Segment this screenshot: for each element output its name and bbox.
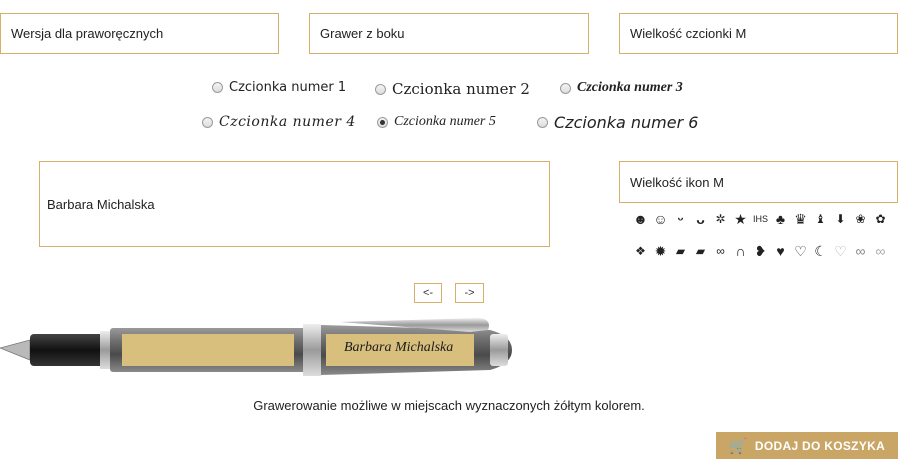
font-size-select[interactable]: Wielkość czcionki M [619,13,898,54]
engraving-note: Grawerowanie możliwe w miejscach wyznacz… [253,398,645,413]
font-option-label: Czcionka numer 5 [394,114,496,129]
rose-bloom-icon[interactable]: ✿ [872,210,889,228]
add-to-cart-button[interactable]: 🛒 DODAJ DO KOSZYKA [716,432,898,459]
swirl-icon[interactable]: ✲ [712,210,729,228]
prev-button[interactable]: <- [414,283,442,303]
add-to-cart-label: DODAJ DO KOSZYKA [754,438,886,453]
graduation-cap-icon[interactable]: ▰ [672,242,689,260]
heart-faint-icon[interactable]: ♡ [832,242,849,260]
smiley-outline-icon[interactable]: ☺ [652,210,669,228]
icon-picker-row-2: ❖ ✹ ▰ ▰ ∞ ∩ ❥ ♥ ♡ ☾ ♡ ∞ ∞ [632,242,889,260]
smiley-icon[interactable]: ☻ [632,210,649,228]
engraving-side-value: Grawer z boku [320,26,405,41]
rings-icon[interactable]: ∞ [712,242,729,260]
radio-font-4[interactable] [202,116,213,128]
center-ring [303,324,321,376]
font-size-value: Wielkość czcionki M [630,26,747,41]
finial [490,334,508,366]
font-option-4[interactable]: Czcionka numer 4 [202,114,356,130]
hand-version-value: Wersja dla praworęcznych [11,26,164,41]
star-icon[interactable]: ★ [732,210,749,228]
next-button[interactable]: -> [455,283,484,303]
radio-font-6[interactable] [537,117,548,128]
sun-icon[interactable]: ✹ [652,242,669,260]
crown-icon[interactable]: ♛ [792,210,809,228]
heart-split-icon[interactable]: ❥ [752,242,769,260]
horseshoe-icon[interactable]: ∩ [732,242,749,260]
rose-icon[interactable]: ❀ [852,210,869,228]
engrave-area-barrel [122,334,294,366]
font-option-1[interactable]: Czcionka numer 1 [212,80,346,95]
engraving-preview-text: Barbara Michalska [344,340,454,355]
engraving-text-value: Barbara Michalska [47,196,155,212]
grip-section [30,334,108,366]
icon-picker-row-1: ☻ ☺ ᵕ ᴗ ✲ ★ IHS ♣ ♛ ♝ ⬇ ❀ ✿ [632,210,889,228]
font-option-label: Czcionka numer 4 [219,114,356,130]
nib-shape [0,339,31,361]
font-option-3[interactable]: Czcionka numer 3 [560,80,683,96]
grip-ring [100,331,110,369]
font-option-5[interactable]: Czcionka numer 5 [377,114,496,130]
graduation-cap-2-icon[interactable]: ▰ [692,242,709,260]
cart-icon: 🛒 [728,437,748,455]
font-option-label: Czcionka numer 3 [577,80,683,95]
pen-preview [0,318,512,376]
radio-font-1[interactable] [212,82,223,93]
engraving-text-input[interactable]: Barbara Michalska [39,161,550,247]
infinity-icon[interactable]: ∞ [852,242,869,260]
engraving-side-select[interactable]: Grawer z boku [309,13,589,54]
font-option-6[interactable]: Czcionka numer 6 [537,113,698,132]
ihs-icon[interactable]: IHS [752,210,769,228]
paw-icon[interactable]: ❖ [632,242,649,260]
icon-size-select[interactable]: Wielkość ikon M [619,161,898,203]
hand-version-select[interactable]: Wersja dla praworęcznych [0,13,279,54]
font-option-label: Czcionka numer 2 [392,80,530,98]
font-option-2[interactable]: Czcionka numer 2 [375,80,530,98]
radio-font-3[interactable] [560,82,571,94]
clover-icon[interactable]: ♣ [772,210,789,228]
heart-outline-icon[interactable]: ♡ [792,242,809,260]
grin-icon[interactable]: ᵕ [672,210,689,228]
font-option-label: Czcionka numer 1 [229,80,347,95]
tie-icon[interactable]: ⬇ [832,210,849,228]
font-option-label: Czcionka numer 6 [554,113,699,132]
cat-icon[interactable]: ♝ [812,210,829,228]
heart-icon[interactable]: ♥ [772,242,789,260]
icon-size-value: Wielkość ikon M [630,174,724,190]
radio-font-5[interactable] [377,116,388,128]
moon-icon[interactable]: ☾ [812,242,829,260]
big-grin-icon[interactable]: ᴗ [692,210,709,228]
infinity-2-icon[interactable]: ∞ [872,242,889,260]
radio-font-2[interactable] [375,83,386,95]
